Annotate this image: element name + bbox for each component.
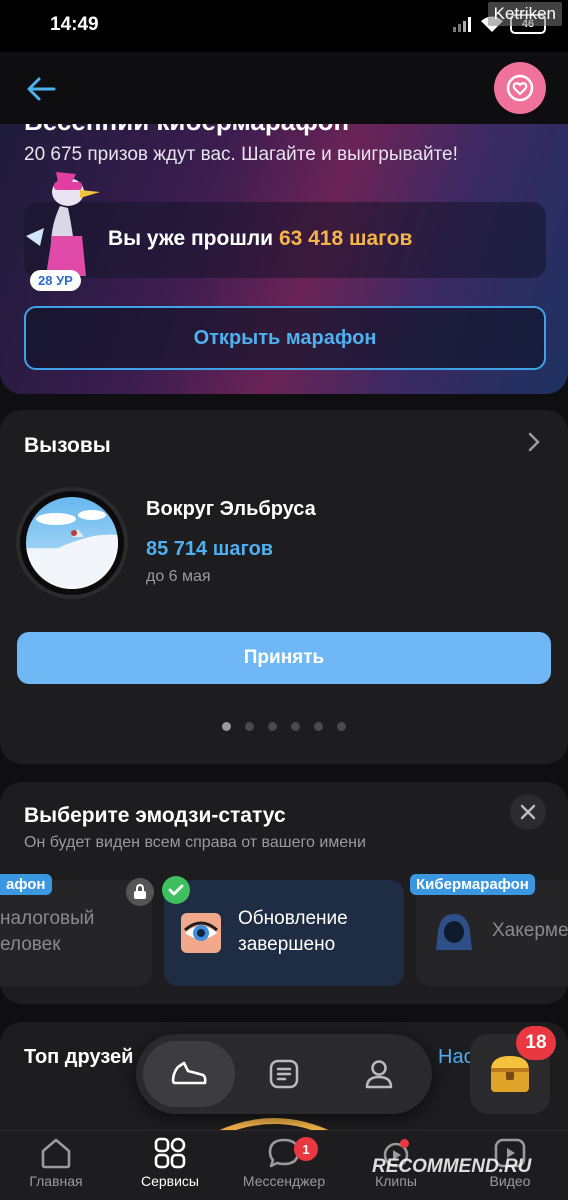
tile-tag: афон — [0, 874, 52, 895]
tile-text: налоговый еловек — [0, 906, 94, 958]
emoji-status-subtitle: Он будет виден всем справа от вашего име… — [24, 834, 366, 851]
pager-dot[interactable] — [314, 722, 323, 731]
favorites-button[interactable] — [494, 62, 546, 114]
tile-text: Обновление завершено — [238, 906, 348, 958]
marathon-steps-box: Вы уже прошли 63 418 шагов — [24, 202, 546, 278]
tab-feed[interactable] — [238, 1041, 330, 1107]
home-icon — [41, 1138, 71, 1169]
pager-dots — [0, 722, 568, 731]
lock-icon — [134, 884, 146, 899]
emoji-status-title: Выберите эмодзи-статус — [24, 804, 286, 827]
hacker-emoji-icon — [436, 914, 472, 950]
nav-home[interactable]: Главная — [0, 1137, 112, 1197]
pager-dot[interactable] — [268, 722, 277, 731]
status-time: 14:49 — [50, 14, 99, 35]
pager-dot[interactable] — [222, 722, 231, 731]
check-icon — [168, 884, 184, 896]
chest-count-badge: 18 — [516, 1026, 556, 1060]
tile-text-line: завершено — [238, 934, 336, 955]
lock-badge — [126, 878, 154, 906]
top-friends-title: Топ друзей — [24, 1046, 134, 1068]
marathon-steps-text: Вы уже прошли 63 418 шагов — [108, 227, 412, 251]
watermark-site: RECOMMEND.RU — [372, 1156, 532, 1177]
person-icon — [365, 1060, 393, 1089]
challenge-steps: 85 714 шагов — [146, 538, 274, 560]
arrow-left-icon[interactable] — [24, 72, 58, 106]
nav-label: Мессенджер — [242, 1173, 326, 1189]
accept-challenge-button[interactable]: Принять — [17, 632, 551, 684]
mountain-icon — [26, 510, 118, 589]
emoji-status-card: Выберите эмодзи-статус Он будет виден вс… — [0, 782, 568, 1004]
reward-chest-button[interactable]: 18 — [470, 1026, 556, 1114]
challenge-name: Вокруг Эльбруса — [146, 498, 316, 520]
pager-dot[interactable] — [245, 722, 254, 731]
challenges-card: Вызовы Вокруг Эльбруса 85 714 шагов до 6… — [0, 410, 568, 764]
eye-emoji-icon — [181, 913, 221, 953]
messenger-badge: 1 — [294, 1137, 318, 1161]
list-icon — [269, 1059, 299, 1089]
challenge-deadline: до 6 мая — [146, 568, 211, 585]
services-grid-icon — [154, 1137, 186, 1169]
nav-label: Главная — [29, 1173, 83, 1189]
nav-messenger[interactable]: 1 Мессенджер — [228, 1137, 340, 1197]
steps-prefix: Вы уже прошли — [108, 227, 274, 250]
nav-services[interactable]: Сервисы — [114, 1137, 226, 1197]
heart-icon — [506, 74, 534, 102]
pager-dot[interactable] — [337, 722, 346, 731]
top-app-bar — [0, 52, 568, 124]
chevron-right-icon[interactable] — [524, 432, 544, 452]
tab-steps[interactable] — [143, 1041, 235, 1107]
clips-notification-dot — [400, 1139, 409, 1148]
signal-icon — [453, 17, 471, 32]
tile-text-line: Обновление — [238, 908, 348, 929]
marathon-card: Весенний кибермарафон 20 675 призов ждут… — [0, 104, 568, 394]
watermark-username: Ketriken — [487, 2, 562, 26]
pager-dot[interactable] — [291, 722, 300, 731]
status-bar: 14:49 46 Ketriken — [0, 0, 568, 52]
floating-tab-switcher — [136, 1034, 432, 1114]
nav-label: Сервисы — [140, 1173, 199, 1189]
tab-profile[interactable] — [333, 1041, 425, 1107]
tile-tag: Кибермарафон — [410, 874, 535, 895]
top-friends-settings-link[interactable]: Нас — [438, 1046, 474, 1069]
open-marathon-button[interactable]: Открыть марафон — [24, 306, 546, 370]
steps-value: 63 418 шагов — [278, 227, 413, 250]
close-button[interactable] — [510, 794, 546, 830]
selected-check-badge — [162, 876, 190, 904]
challenge-progress-ring — [16, 487, 128, 599]
challenges-title: Вызовы — [24, 434, 111, 457]
tile-text-line: налоговый — [0, 908, 95, 929]
marathon-subtitle: 20 675 призов ждут вас. Шагайте и выигры… — [24, 144, 458, 165]
tile-text-line: еловек — [0, 934, 61, 955]
level-badge: 28 УР — [30, 270, 81, 291]
mountain-illustration — [26, 497, 118, 589]
emoji-status-tile[interactable]: Хакерме — [416, 880, 568, 986]
tile-text: Хакерме — [492, 920, 568, 941]
sneaker-icon — [171, 1061, 207, 1085]
close-icon — [520, 804, 536, 820]
emoji-status-tile-selected[interactable]: Обновление завершено — [164, 880, 404, 986]
